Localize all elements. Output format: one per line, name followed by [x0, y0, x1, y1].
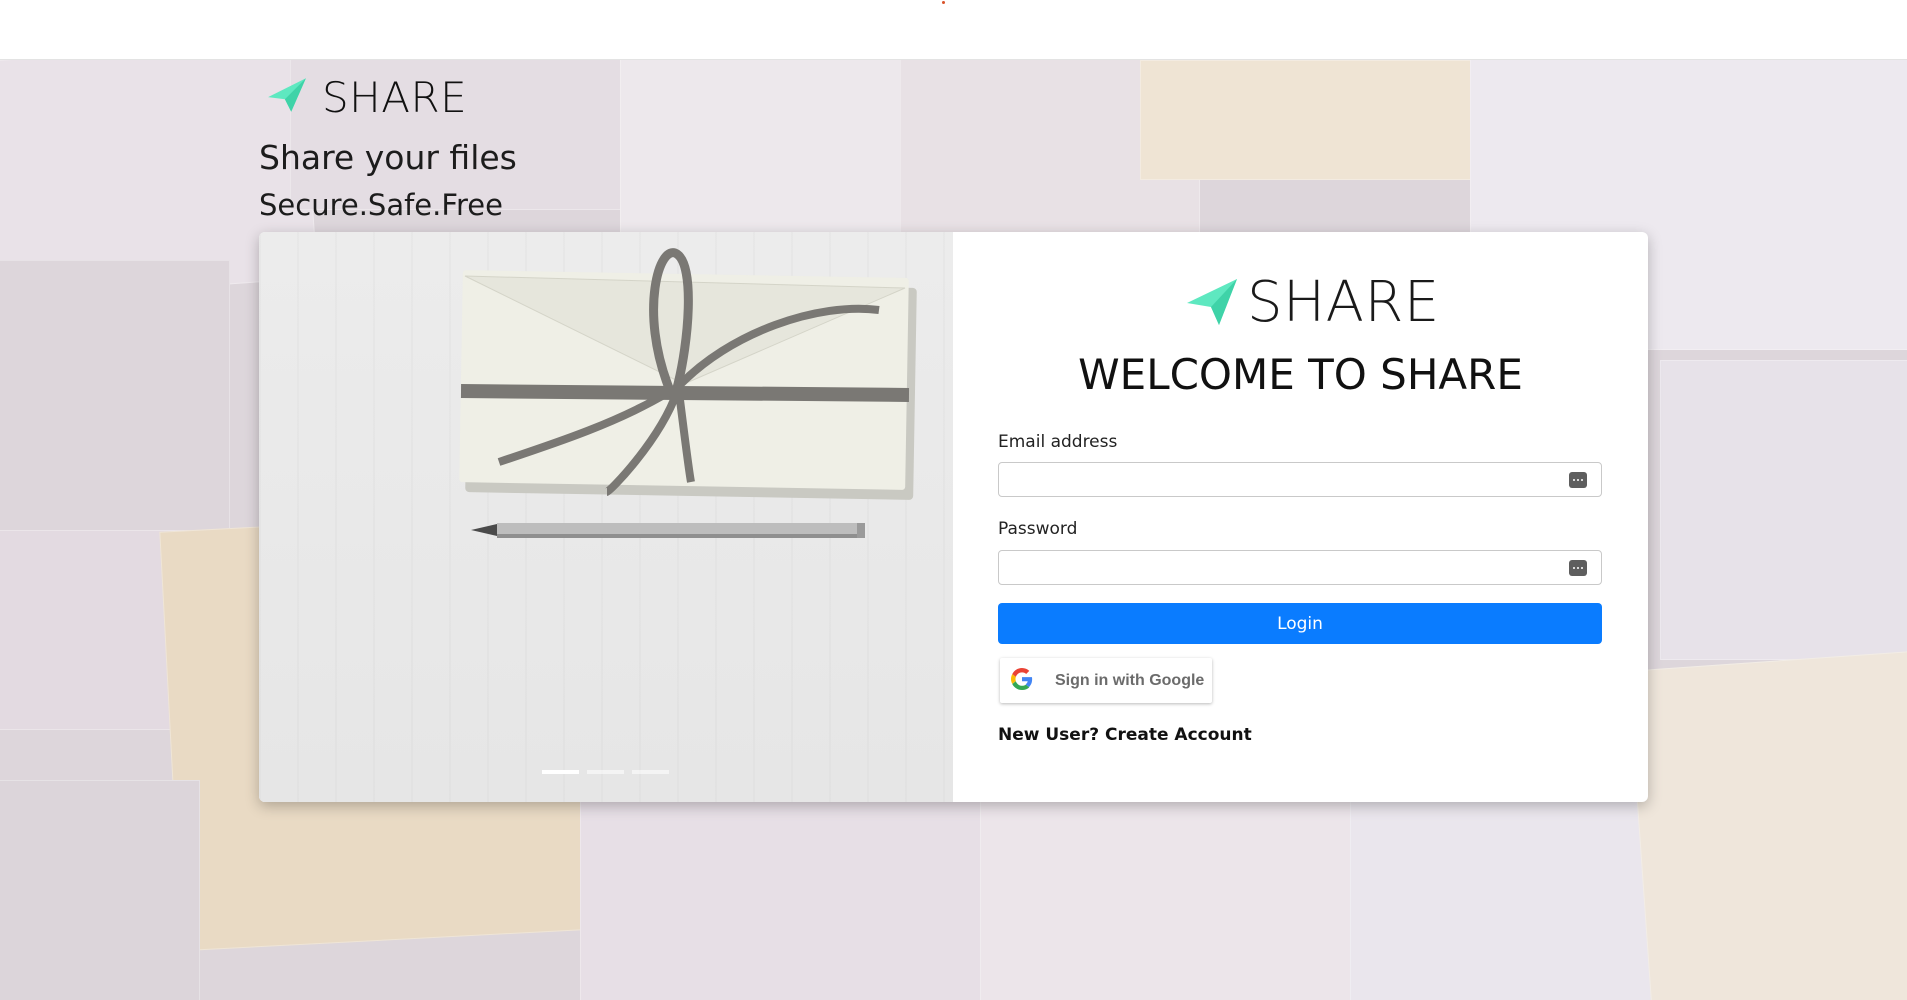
tagline: Share your files: [259, 138, 517, 177]
email-field[interactable]: [999, 463, 1601, 496]
google-signin-button[interactable]: Sign in with Google: [1000, 658, 1212, 703]
email-label: Email address: [998, 432, 1118, 452]
create-account-link[interactable]: New User? Create Account: [998, 725, 1252, 745]
gift-envelope-image: [459, 248, 917, 538]
login-form: SHARE WELCOME TO SHARE Email address Pas…: [953, 232, 1648, 802]
form-brand: SHARE: [1185, 270, 1440, 335]
brand-name: SHARE: [322, 72, 468, 122]
login-card: SHARE WELCOME TO SHARE Email address Pas…: [259, 232, 1648, 802]
sub-tagline: Secure.Safe.Free: [259, 188, 503, 222]
password-manager-icon[interactable]: [1569, 472, 1587, 488]
welcome-heading: WELCOME TO SHARE: [1078, 350, 1523, 399]
email-field-wrapper: [998, 462, 1602, 497]
carousel-indicator-3[interactable]: [632, 770, 669, 774]
password-field[interactable]: [999, 551, 1601, 584]
carousel-indicator-2[interactable]: [587, 770, 624, 774]
password-label: Password: [998, 519, 1078, 539]
password-manager-icon[interactable]: [1569, 560, 1587, 576]
carousel-indicator-1[interactable]: [542, 770, 579, 774]
paper-plane-icon: [266, 76, 308, 118]
top-bar: [0, 0, 1907, 60]
header-brand: SHARE: [266, 72, 467, 122]
paper-plane-icon: [1185, 275, 1239, 331]
google-signin-label: Sign in with Google: [1055, 671, 1205, 689]
google-logo-icon: [1000, 668, 1033, 693]
carousel-indicators: [542, 770, 669, 774]
password-field-wrapper: [998, 550, 1602, 585]
brand-name: SHARE: [1247, 270, 1440, 335]
loading-dot: [942, 1, 945, 4]
image-carousel[interactable]: [259, 232, 953, 802]
login-button[interactable]: Login: [998, 603, 1602, 644]
